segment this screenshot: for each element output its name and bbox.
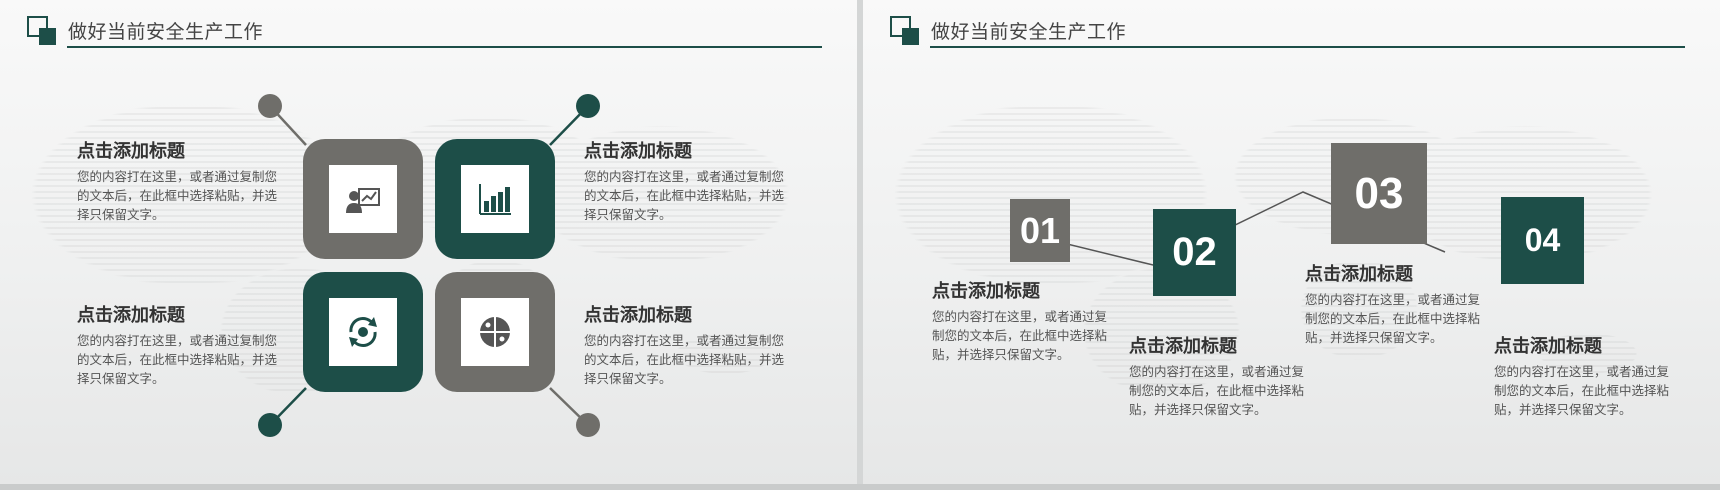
slide-left: 做好当前安全生产工作 点击添加标题 您的内容打在这里，或者通过复制您的文本后，在… xyxy=(0,0,857,484)
block-heading: 点击添加标题 xyxy=(584,141,692,162)
bar-chart-icon xyxy=(479,184,511,215)
step-text-01: 点击添加标题 您的内容打在这里，或者通过复制您的文本后，在此框中选择粘贴，并选择… xyxy=(932,277,1117,364)
step-text-03: 点击添加标题 您的内容打在这里，或者通过复制您的文本后，在此框中选择粘贴，并选择… xyxy=(1305,260,1490,347)
block-heading: 点击添加标题 xyxy=(77,141,185,162)
step-body: 您的内容打在这里，或者通过复制您的文本后，在此框中选择粘贴，并选择只保留文字。 xyxy=(1305,292,1481,345)
block-body: 您的内容打在这里，或者通过复制您的文本后，在此框中选择粘贴，并选择只保留文字。 xyxy=(77,169,278,222)
bottom-bar xyxy=(0,484,1720,490)
tile-bottom-right xyxy=(435,272,555,392)
step-body: 您的内容打在这里，或者通过复制您的文本后，在此框中选择粘贴，并选择只保留文字。 xyxy=(932,309,1108,362)
tile-bottom-left xyxy=(303,272,423,392)
block-body: 您的内容打在这里，或者通过复制您的文本后，在此框中选择粘贴，并选择只保留文字。 xyxy=(77,333,278,386)
text-block-bottom-right: 点击添加标题 您的内容打在这里，或者通过复制您的文本后，在此框中选择粘贴，并选择… xyxy=(584,301,794,388)
step-heading: 点击添加标题 xyxy=(932,281,1040,302)
block-heading: 点击添加标题 xyxy=(77,305,185,326)
step-heading: 点击添加标题 xyxy=(1494,336,1602,357)
slide-right: 做好当前安全生产工作 01 02 03 04 点击添加标题 您的内容打在这里，或… xyxy=(863,0,1720,484)
step-text-04: 点击添加标题 您的内容打在这里，或者通过复制您的文本后，在此框中选择粘贴，并选择… xyxy=(1494,332,1679,419)
step-number-02: 02 xyxy=(1153,209,1236,296)
block-body: 您的内容打在这里，或者通过复制您的文本后，在此框中选择粘贴，并选择只保留文字。 xyxy=(584,169,785,222)
text-block-bottom-left: 点击添加标题 您的内容打在这里，或者通过复制您的文本后，在此框中选择粘贴，并选择… xyxy=(77,301,287,388)
block-body: 您的内容打在这里，或者通过复制您的文本后，在此框中选择粘贴，并选择只保留文字。 xyxy=(584,333,785,386)
cycle-icon xyxy=(349,317,377,347)
block-heading: 点击添加标题 xyxy=(584,305,692,326)
step-number-01: 01 xyxy=(1010,199,1070,262)
step-heading: 点击添加标题 xyxy=(1305,264,1413,285)
step-body: 您的内容打在这里，或者通过复制您的文本后，在此框中选择粘贴，并选择只保留文字。 xyxy=(1129,364,1305,417)
step-text-02: 点击添加标题 您的内容打在这里，或者通过复制您的文本后，在此框中选择粘贴，并选择… xyxy=(1129,332,1314,419)
text-block-top-left: 点击添加标题 您的内容打在这里，或者通过复制您的文本后，在此框中选择粘贴，并选择… xyxy=(77,137,287,224)
step-number-03: 03 xyxy=(1331,143,1427,244)
step-heading: 点击添加标题 xyxy=(1129,336,1237,357)
pie-chart-icon xyxy=(480,317,510,347)
presentation-icon xyxy=(346,188,380,213)
tile-top-right xyxy=(435,139,555,259)
step-body: 您的内容打在这里，或者通过复制您的文本后，在此框中选择粘贴，并选择只保留文字。 xyxy=(1494,364,1670,417)
text-block-top-right: 点击添加标题 您的内容打在这里，或者通过复制您的文本后，在此框中选择粘贴，并选择… xyxy=(584,137,794,224)
tile-top-left xyxy=(303,139,423,259)
connector-lines xyxy=(258,94,600,437)
step-number-04: 04 xyxy=(1501,197,1584,284)
